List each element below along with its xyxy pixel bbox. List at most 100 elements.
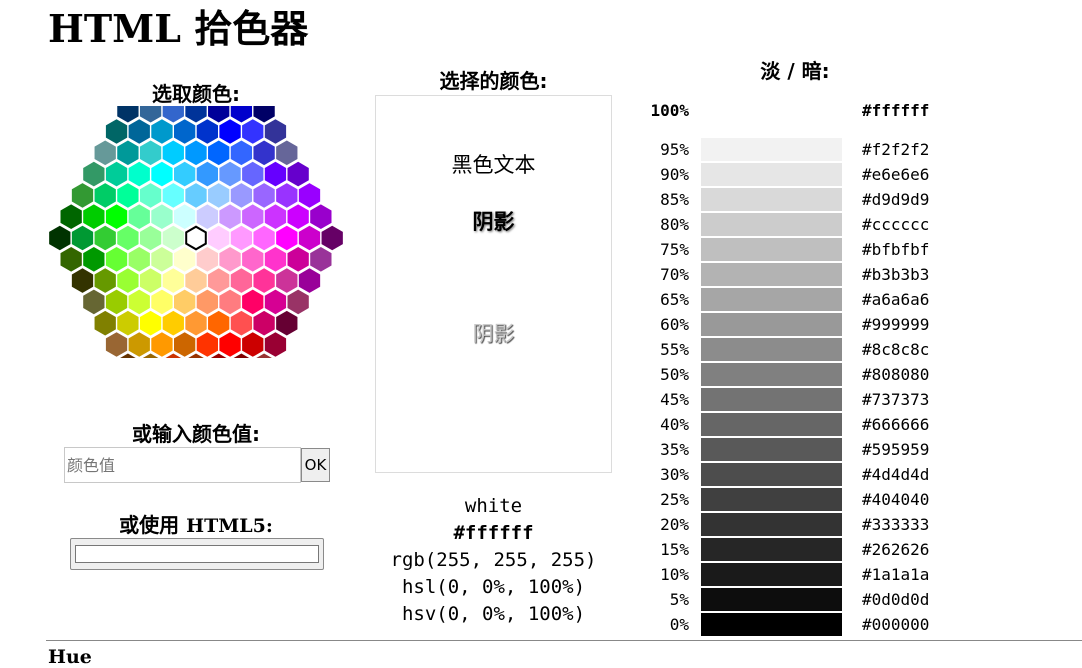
shade-swatch[interactable] bbox=[701, 488, 842, 511]
hex-color-cell[interactable] bbox=[71, 268, 94, 293]
hex-color-cell[interactable] bbox=[196, 247, 218, 272]
hex-color-cell[interactable] bbox=[253, 310, 275, 336]
hex-color-cell[interactable] bbox=[219, 247, 241, 272]
hex-color-cell[interactable] bbox=[230, 106, 253, 123]
hex-color-cell[interactable] bbox=[117, 183, 139, 208]
shade-row[interactable]: 65% #a6a6a6 bbox=[636, 287, 966, 312]
shade-row[interactable]: 10% #1a1a1a bbox=[636, 562, 966, 587]
hex-color-cell[interactable] bbox=[174, 289, 196, 315]
hex-color-cell[interactable] bbox=[242, 204, 264, 229]
shade-row[interactable]: 55% #8c8c8c bbox=[636, 337, 966, 362]
hex-color-cell[interactable] bbox=[162, 183, 184, 208]
hex-color-cell[interactable] bbox=[83, 161, 105, 187]
hex-color-cell[interactable] bbox=[139, 225, 162, 251]
hex-color-cell[interactable] bbox=[287, 289, 309, 315]
hex-color-cell[interactable] bbox=[117, 310, 139, 336]
hex-color-cell[interactable] bbox=[83, 289, 105, 315]
hex-color-cell[interactable] bbox=[105, 289, 128, 315]
hex-color-cell[interactable] bbox=[253, 225, 275, 251]
hex-color-cell[interactable] bbox=[253, 183, 275, 208]
hex-color-cell[interactable] bbox=[242, 161, 264, 187]
hex-color-cell[interactable] bbox=[105, 204, 128, 229]
hex-color-cell[interactable] bbox=[208, 225, 230, 251]
hex-color-cell[interactable] bbox=[105, 332, 128, 357]
hex-color-cell[interactable] bbox=[196, 289, 218, 315]
hex-color-cell[interactable] bbox=[60, 247, 82, 272]
hex-color-cell[interactable] bbox=[151, 204, 173, 229]
shade-swatch[interactable] bbox=[701, 413, 842, 436]
shade-swatch[interactable] bbox=[701, 388, 842, 411]
hex-color-map[interactable] bbox=[48, 106, 344, 358]
hex-color-cell[interactable] bbox=[196, 119, 218, 144]
shade-row[interactable]: 90% #e6e6e6 bbox=[636, 162, 966, 187]
hex-color-cell[interactable] bbox=[174, 119, 196, 144]
shade-swatch[interactable] bbox=[701, 238, 842, 261]
hex-color-cell[interactable] bbox=[208, 106, 230, 123]
hex-color-cell[interactable] bbox=[264, 119, 287, 144]
hex-color-cell[interactable] bbox=[276, 140, 298, 166]
shade-swatch[interactable] bbox=[701, 263, 842, 286]
hex-color-cell[interactable] bbox=[94, 268, 116, 293]
shade-row[interactable]: 5% #0d0d0d bbox=[636, 587, 966, 612]
hex-color-cell[interactable] bbox=[94, 225, 116, 251]
hex-color-cell[interactable] bbox=[128, 119, 150, 144]
hex-color-cell[interactable] bbox=[162, 310, 184, 336]
hex-color-cell[interactable] bbox=[105, 247, 128, 272]
hex-color-cell[interactable] bbox=[174, 204, 196, 229]
shade-row[interactable]: 85% #d9d9d9 bbox=[636, 187, 966, 212]
shade-swatch[interactable] bbox=[701, 538, 842, 561]
shade-swatch[interactable] bbox=[701, 188, 842, 211]
shade-swatch[interactable] bbox=[701, 613, 842, 636]
hex-color-cell[interactable] bbox=[185, 140, 207, 166]
hex-color-cell[interactable] bbox=[208, 310, 230, 336]
hex-color-cell[interactable] bbox=[242, 247, 264, 272]
hex-color-cell[interactable] bbox=[287, 204, 309, 229]
shade-row[interactable]: 70% #b3b3b3 bbox=[636, 262, 966, 287]
shade-row[interactable]: 25% #404040 bbox=[636, 487, 966, 512]
hex-color-cell[interactable] bbox=[185, 268, 207, 293]
hex-color-cell[interactable] bbox=[219, 332, 241, 357]
shade-swatch[interactable] bbox=[701, 588, 842, 611]
hex-color-cell[interactable] bbox=[219, 289, 241, 315]
hex-color-cell[interactable] bbox=[230, 183, 253, 208]
shade-swatch[interactable] bbox=[701, 513, 842, 536]
hex-color-cell[interactable] bbox=[253, 140, 275, 166]
hex-color-cell[interactable] bbox=[298, 225, 321, 251]
hex-color-cell[interactable] bbox=[230, 268, 253, 293]
shade-swatch[interactable] bbox=[701, 313, 842, 336]
hex-color-cell[interactable] bbox=[162, 106, 184, 123]
hex-color-cell[interactable] bbox=[49, 225, 71, 251]
hex-color-cell[interactable] bbox=[242, 119, 264, 144]
hex-color-cell[interactable] bbox=[208, 140, 230, 166]
shade-row[interactable]: 95% #f2f2f2 bbox=[636, 137, 966, 162]
shade-swatch[interactable] bbox=[701, 213, 842, 236]
hex-color-cell[interactable] bbox=[139, 268, 162, 293]
shade-row[interactable]: 50% #808080 bbox=[636, 362, 966, 387]
hex-color-cell[interactable] bbox=[105, 161, 128, 187]
hex-color-cell[interactable] bbox=[128, 247, 150, 272]
shade-swatch[interactable] bbox=[701, 288, 842, 311]
hex-color-cell[interactable] bbox=[139, 310, 162, 336]
shade-row[interactable]: 0% #000000 bbox=[636, 612, 966, 637]
hex-color-cell[interactable] bbox=[242, 332, 264, 357]
shade-row[interactable]: 100% #ffffff bbox=[636, 98, 966, 125]
hex-color-cell[interactable] bbox=[174, 161, 196, 187]
hex-color-cell[interactable] bbox=[117, 225, 139, 251]
shade-swatch[interactable] bbox=[701, 438, 842, 461]
hex-color-cell[interactable] bbox=[276, 183, 298, 208]
hex-color-cell[interactable] bbox=[128, 204, 150, 229]
hex-color-cell[interactable] bbox=[105, 119, 128, 144]
hex-color-cell[interactable] bbox=[287, 161, 309, 187]
hex-color-cell[interactable] bbox=[287, 247, 309, 272]
hex-color-cell[interactable] bbox=[310, 247, 332, 272]
hex-color-cell[interactable] bbox=[230, 310, 253, 336]
shade-row[interactable]: 60% #999999 bbox=[636, 312, 966, 337]
hex-color-cell[interactable] bbox=[242, 289, 264, 315]
hex-color-cell[interactable] bbox=[60, 204, 82, 229]
shade-swatch[interactable] bbox=[701, 463, 842, 486]
hex-color-cell[interactable] bbox=[253, 106, 275, 123]
hex-color-cell[interactable] bbox=[139, 140, 162, 166]
hex-color-cell[interactable] bbox=[94, 183, 116, 208]
hex-color-cell[interactable] bbox=[128, 161, 150, 187]
shade-row[interactable]: 45% #737373 bbox=[636, 387, 966, 412]
